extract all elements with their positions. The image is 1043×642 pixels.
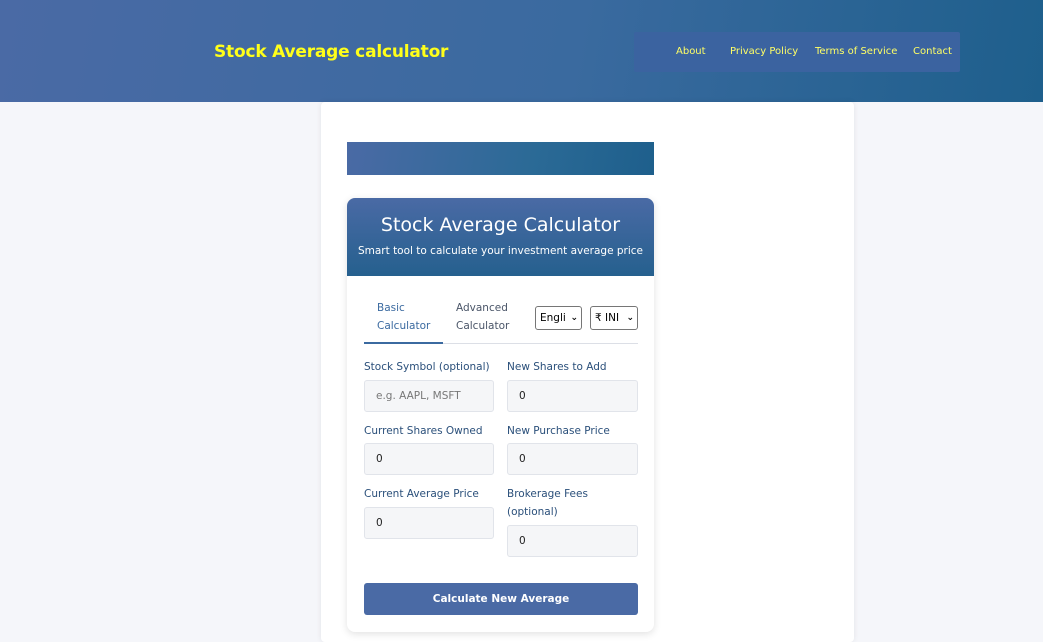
nav-about-link[interactable]: About [676,46,706,57]
tab-basic-line2: Calculator [377,320,431,332]
new-price-input[interactable]: 0 [507,443,638,475]
language-select[interactable]: Engli ⌄ [535,306,582,330]
current-shares-input[interactable]: 0 [364,443,494,475]
calculate-button[interactable]: Calculate New Average [364,583,638,615]
tab-advanced-line2: Calculator [456,320,510,332]
ad-banner [347,142,654,175]
calculator-card: Stock Average Calculator Smart tool to c… [347,198,654,632]
nav-contact-link[interactable]: Contact [913,46,952,57]
tab-basic-calculator[interactable]: Basic Calculator [377,299,430,335]
chevron-down-icon: ⌄ [570,313,578,323]
site-title[interactable]: Stock Average calculator [214,42,448,62]
main-nav: About Privacy Policy Terms of Service Co… [634,32,960,72]
calculator-header: Stock Average Calculator Smart tool to c… [347,198,654,276]
brokerage-label: Brokerage Fees [507,488,588,500]
new-shares-input[interactable]: 0 [507,380,638,412]
currency-select-value: ₹ INI [595,312,620,324]
site-header: Stock Average calculator About Privacy P… [0,0,1043,102]
calculator-subtitle: Smart tool to calculate your investment … [357,245,644,257]
brokerage-label-optional: (optional) [507,506,558,518]
brokerage-input[interactable]: 0 [507,525,638,557]
new-shares-label: New Shares to Add [507,361,607,373]
nav-terms-link[interactable]: Terms of Service [815,46,897,57]
active-tab-indicator [364,342,443,344]
current-shares-label: Current Shares Owned [364,425,483,437]
nav-privacy-link[interactable]: Privacy Policy [730,46,798,57]
calculator-title: Stock Average Calculator [380,214,621,236]
tab-advanced-calculator[interactable]: Advanced Calculator [456,299,509,335]
tab-basic-line1: Basic [377,302,405,314]
current-avg-label: Current Average Price [364,488,479,500]
language-select-value: Engli [540,312,566,324]
stock-symbol-label: Stock Symbol (optional) [364,361,490,373]
tab-advanced-line1: Advanced [456,302,508,314]
new-price-label: New Purchase Price [507,425,610,437]
stock-symbol-input[interactable]: e.g. AAPL, MSFT [364,380,494,412]
chevron-down-icon: ⌄ [626,313,634,323]
current-avg-input[interactable]: 0 [364,507,494,539]
currency-select[interactable]: ₹ INI ⌄ [590,306,638,330]
